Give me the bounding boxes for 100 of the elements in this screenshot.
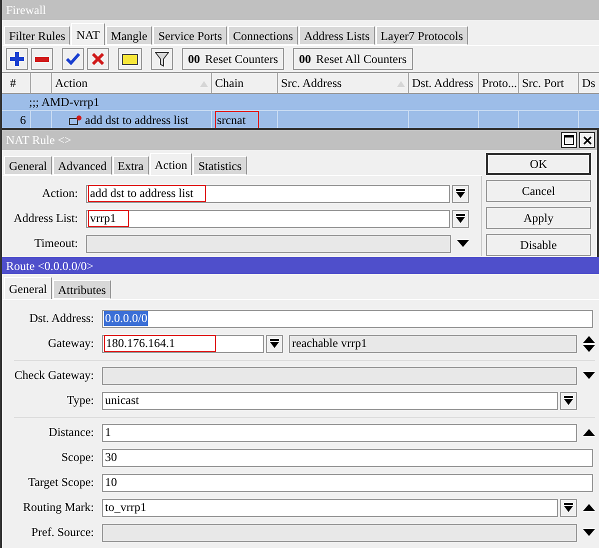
input-field[interactable]: add dst to address list bbox=[86, 184, 450, 202]
dropdown-button[interactable] bbox=[266, 334, 283, 352]
field-label: Target Scope: bbox=[27, 475, 95, 490]
address-list-icon bbox=[69, 114, 82, 124]
input-field[interactable]: to_vrrp1 bbox=[102, 498, 558, 516]
input-field[interactable]: unicast bbox=[102, 392, 558, 410]
remove-button[interactable] bbox=[31, 48, 53, 70]
field-value: unicast bbox=[104, 393, 140, 408]
tab[interactable]: Address Lists bbox=[299, 26, 375, 45]
field-value: 0.0.0.0/0 bbox=[104, 311, 148, 326]
field-label: Address List: bbox=[12, 211, 79, 226]
add-button[interactable] bbox=[6, 48, 28, 70]
dropdown-button[interactable] bbox=[560, 392, 577, 410]
maximize-icon bbox=[564, 135, 574, 145]
column-header[interactable]: Action bbox=[52, 73, 212, 93]
filter-button[interactable] bbox=[151, 48, 173, 70]
dialog-button[interactable]: Cancel bbox=[486, 180, 591, 202]
field-label: Timeout: bbox=[33, 236, 79, 251]
tab[interactable]: Connections bbox=[228, 26, 298, 45]
tab[interactable]: Statistics bbox=[193, 156, 247, 175]
reset-button[interactable]: 00 Reset Counters bbox=[182, 48, 284, 70]
column-header[interactable]: Src. Port bbox=[519, 73, 579, 93]
comment-button[interactable] bbox=[118, 48, 142, 70]
field-value: 1 bbox=[104, 425, 112, 440]
input-field[interactable]: 10 bbox=[102, 474, 593, 492]
sort-icon bbox=[200, 81, 208, 87]
column-header[interactable]: Proto... bbox=[479, 73, 519, 93]
tab[interactable]: Service Ports bbox=[153, 26, 227, 45]
field-value: to_vrrp1 bbox=[104, 500, 148, 515]
close-icon bbox=[582, 136, 592, 144]
minus-icon bbox=[35, 56, 49, 62]
input-field[interactable]: 0.0.0.0/0 bbox=[102, 310, 593, 328]
tab[interactable]: General bbox=[4, 156, 52, 175]
field-label: Distance: bbox=[48, 425, 95, 440]
dropdown-button[interactable] bbox=[452, 210, 469, 228]
field-value: 10 bbox=[104, 475, 118, 490]
dropdown-icon bbox=[270, 339, 279, 348]
tab[interactable]: Attributes bbox=[52, 280, 111, 299]
dropdown-icon bbox=[564, 396, 573, 405]
collapse-icon[interactable] bbox=[583, 429, 595, 436]
disable-button[interactable] bbox=[87, 48, 109, 70]
field-value: vrrp1 bbox=[88, 210, 129, 227]
field-value: 180.176.164.1 bbox=[104, 335, 216, 352]
dialog-button[interactable]: Disable bbox=[486, 234, 591, 256]
expand-icon[interactable] bbox=[457, 240, 469, 247]
column-header[interactable]: # bbox=[7, 73, 31, 93]
expand-icon[interactable] bbox=[583, 372, 595, 379]
tab[interactable]: Action bbox=[150, 153, 192, 175]
field-label: Pref. Source: bbox=[30, 525, 95, 540]
table-row[interactable]: ;;; AMD-vrrp1 bbox=[2, 94, 599, 110]
sort-icon bbox=[397, 81, 405, 87]
cross-icon bbox=[92, 53, 104, 65]
field-label: Check Gateway: bbox=[14, 368, 95, 383]
tab[interactable]: NAT bbox=[71, 23, 105, 45]
column-header[interactable]: Dst. Address bbox=[409, 73, 479, 93]
filter-icon bbox=[155, 52, 169, 66]
tab[interactable]: Mangle bbox=[106, 26, 152, 45]
field-label: Dst. Address: bbox=[28, 311, 95, 326]
table-row[interactable]: 6 add dst to address list srcnat bbox=[2, 110, 599, 128]
dialog-button[interactable]: Apply bbox=[486, 207, 591, 229]
table-cell: 6 bbox=[20, 112, 26, 128]
reset-button[interactable]: 00 Reset All Counters bbox=[293, 48, 413, 70]
note-icon bbox=[122, 54, 138, 64]
column-header[interactable]: Src. Address bbox=[278, 73, 409, 93]
window-title: Route <0.0.0.0/0> bbox=[2, 257, 599, 274]
dropdown-icon bbox=[564, 503, 573, 512]
input-field[interactable]: 30 bbox=[102, 448, 593, 466]
field-label: Type: bbox=[66, 393, 95, 408]
input-field[interactable]: 1 bbox=[102, 424, 577, 442]
field-label: Scope: bbox=[60, 450, 95, 465]
field-label: Gateway: bbox=[47, 336, 95, 351]
tab[interactable]: Extra bbox=[112, 156, 149, 175]
tab[interactable]: Advanced bbox=[52, 156, 112, 175]
window-title: NAT Rule <> bbox=[6, 132, 72, 149]
dropdown-button[interactable] bbox=[560, 498, 577, 516]
column-header[interactable]: Ds bbox=[579, 73, 599, 93]
tab[interactable]: General bbox=[4, 277, 52, 299]
dialog-button[interactable]: OK bbox=[486, 153, 591, 175]
dropdown-icon bbox=[456, 189, 465, 198]
check-icon bbox=[66, 53, 80, 65]
input-field[interactable]: vrrp1 bbox=[86, 210, 450, 228]
field-label: Action: bbox=[41, 186, 79, 201]
status-field: reachable vrrp1 bbox=[289, 334, 577, 352]
expand-icon[interactable] bbox=[583, 529, 595, 536]
collapse-icon[interactable] bbox=[583, 504, 595, 511]
window-title: Firewall bbox=[2, 0, 599, 20]
input-field[interactable]: 180.176.164.1 bbox=[102, 334, 264, 352]
comment-text: ;;; AMD-vrrp1 bbox=[28, 95, 100, 109]
plus-icon bbox=[10, 52, 24, 66]
dropdown-icon bbox=[456, 214, 465, 223]
spinner-icon[interactable] bbox=[583, 336, 595, 352]
tab[interactable]: Layer7 Protocols bbox=[376, 26, 468, 45]
tab[interactable]: Filter Rules bbox=[4, 26, 70, 45]
table-cell: srcnat bbox=[215, 110, 259, 128]
enable-button[interactable] bbox=[62, 48, 84, 70]
table-cell: add dst to address list bbox=[85, 112, 188, 128]
field-value: 30 bbox=[104, 450, 118, 465]
field-value: add dst to address list bbox=[88, 185, 206, 202]
dropdown-button[interactable] bbox=[452, 184, 469, 202]
column-header[interactable]: Chain bbox=[212, 73, 278, 93]
